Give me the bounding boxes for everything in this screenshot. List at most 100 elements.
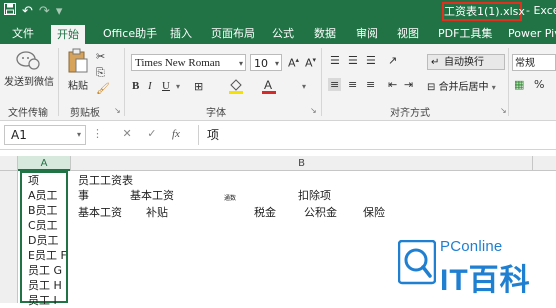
group-label-clipboard: 剪贴板 xyxy=(70,108,100,119)
cell-b3-tax[interactable]: 税金 xyxy=(254,204,276,220)
merge-icon: ⊟ xyxy=(427,82,439,93)
align-right-icon[interactable]: ≡ xyxy=(366,78,375,91)
paste-button[interactable]: 粘贴 xyxy=(64,48,92,92)
bold-icon[interactable]: B xyxy=(132,80,139,92)
clipboard-launcher-icon[interactable]: ↘ xyxy=(114,106,121,115)
group-separator xyxy=(124,48,125,116)
send-to-wechat-button[interactable]: 发送到微信 xyxy=(4,50,54,88)
paste-label: 粘贴 xyxy=(68,81,88,92)
border-icon[interactable]: ⊞ xyxy=(194,80,203,93)
cell-a9[interactable]: 员工 I xyxy=(28,292,57,308)
ribbon-tabs: 文件 开始 Office助手 插入 页面布局 公式 数据 审阅 视图 PDF工具… xyxy=(0,24,556,44)
decrease-font-icon[interactable]: A▾ xyxy=(305,56,316,70)
font-size-select[interactable]: 10 ▾ xyxy=(250,54,282,71)
column-header-c[interactable] xyxy=(532,156,556,171)
number-format-select[interactable]: 常规 xyxy=(512,54,556,71)
italic-icon[interactable]: I xyxy=(148,80,152,92)
chevron-down-icon: ▾ xyxy=(76,130,81,139)
chevron-down-icon[interactable]: ▾ xyxy=(176,82,180,91)
undo-icon[interactable]: ↶ xyxy=(22,4,33,20)
save-icon[interactable] xyxy=(4,3,16,20)
align-middle-icon[interactable]: ☰ xyxy=(348,54,358,67)
cell-a4[interactable]: C员工 xyxy=(28,217,58,233)
tab-data[interactable]: 数据 xyxy=(314,24,336,44)
watermark-site: IT百科 xyxy=(440,264,531,297)
cell-b2-deductions[interactable]: 扣除项 xyxy=(298,187,331,203)
group-label-alignment: 对齐方式 xyxy=(390,108,430,119)
ribbon: 发送到微信 文件传输 粘贴 ✂ ⎘ 🖌 剪贴板 ↘ Times New Roma… xyxy=(0,44,556,121)
select-all-corner[interactable] xyxy=(0,156,18,171)
tab-home[interactable]: 开始 xyxy=(51,25,85,44)
fill-color-icon[interactable] xyxy=(228,78,244,97)
font-color-icon[interactable]: A xyxy=(262,78,276,97)
tab-power-pivot[interactable]: Power Piv xyxy=(508,24,556,44)
cell-a7[interactable]: 员工 G xyxy=(28,262,62,278)
cell-b2-basic-salary[interactable]: 基本工资 xyxy=(130,187,174,203)
chevron-down-icon: ▾ xyxy=(238,59,243,68)
column-header-b[interactable]: B xyxy=(70,156,532,171)
svg-text:A: A xyxy=(264,78,272,92)
pconline-logo-icon xyxy=(397,239,437,289)
merge-center-button[interactable]: ⊟ 合并后居中 ▾ xyxy=(427,78,496,93)
underline-icon[interactable]: U xyxy=(162,80,170,92)
cell-b1[interactable]: 员工工资表 xyxy=(78,172,133,188)
cell-b3-allowance[interactable]: 补贴 xyxy=(146,204,168,220)
tab-review[interactable]: 审阅 xyxy=(356,24,378,44)
group-label-file-transfer: 文件传输 xyxy=(8,108,48,119)
cell-b3-basic-salary[interactable]: 基本工资 xyxy=(78,204,122,220)
group-label-font: 字体 xyxy=(206,108,226,119)
wrap-text-button[interactable]: ↵ 自动换行 xyxy=(427,54,505,70)
tab-file[interactable]: 文件 xyxy=(12,24,34,44)
align-center-icon[interactable]: ≡ xyxy=(348,78,357,91)
tab-pdf-tools[interactable]: PDF工具集 xyxy=(438,24,492,44)
more-icon: ⋮ xyxy=(92,127,103,140)
font-color-dropdown-icon[interactable]: ▾ xyxy=(302,82,306,91)
cell-a1[interactable]: 项 xyxy=(28,172,39,188)
align-top-icon[interactable]: ☰ xyxy=(330,54,340,67)
cell-a5[interactable]: D员工 xyxy=(28,232,58,248)
font-launcher-icon[interactable]: ↘ xyxy=(310,106,317,115)
group-separator xyxy=(508,48,509,116)
align-left-icon[interactable]: ≡ xyxy=(328,78,342,91)
tab-page-layout[interactable]: 页面布局 xyxy=(211,24,255,44)
cell-b3-housing-fund[interactable]: 公积金 xyxy=(304,204,337,220)
tab-insert[interactable]: 插入 xyxy=(170,24,192,44)
quick-access-toolbar: ↶ ↷ ▾ xyxy=(4,3,62,20)
increase-font-icon[interactable]: A▴ xyxy=(288,56,299,70)
qat-dropdown-icon[interactable]: ▾ xyxy=(56,4,63,20)
tab-office-assistant[interactable]: Office助手 xyxy=(103,24,157,44)
formula-bar-controls: ⋮ ✕ ✓ fx xyxy=(92,127,180,140)
wrap-text-icon: ↵ xyxy=(431,57,440,68)
orientation-icon[interactable]: ↗ xyxy=(388,54,397,67)
cell-a6[interactable]: E员工 F xyxy=(28,247,67,263)
format-painter-icon[interactable]: 🖌 xyxy=(96,82,110,95)
paste-icon xyxy=(67,48,89,77)
formula-input[interactable]: 项 xyxy=(198,125,556,145)
column-header-a[interactable]: A xyxy=(18,156,70,171)
cell-a3[interactable]: B员工 xyxy=(28,202,58,218)
cell-b2-item[interactable]: 事 xyxy=(78,187,89,203)
percent-icon[interactable]: % xyxy=(534,78,544,91)
cell-b2-small-label[interactable]: 通数 xyxy=(224,193,236,202)
alignment-launcher-icon[interactable]: ↘ xyxy=(500,106,507,115)
chevron-down-icon: ▾ xyxy=(274,59,279,68)
increase-indent-icon[interactable]: ⇥ xyxy=(404,78,413,91)
enter-icon[interactable]: ✓ xyxy=(147,127,156,140)
copy-icon[interactable]: ⎘ xyxy=(96,66,105,80)
align-bottom-icon[interactable]: ☰ xyxy=(366,54,376,67)
cell-b3-insurance[interactable]: 保险 xyxy=(363,204,385,220)
tab-formulas[interactable]: 公式 xyxy=(272,24,294,44)
cut-icon[interactable]: ✂ xyxy=(96,50,105,63)
cell-a8[interactable]: 员工 H xyxy=(28,277,62,293)
redo-icon[interactable]: ↷ xyxy=(39,4,50,20)
currency-icon[interactable]: ▦ xyxy=(514,78,524,91)
insert-function-icon[interactable]: fx xyxy=(172,128,180,140)
decrease-indent-icon[interactable]: ⇤ xyxy=(388,78,397,91)
cancel-icon[interactable]: ✕ xyxy=(123,127,132,140)
name-box[interactable]: A1 ▾ xyxy=(4,125,86,145)
send-to-wechat-label: 发送到微信 xyxy=(4,77,54,88)
cell-a2[interactable]: A员工 xyxy=(28,187,58,203)
tab-view[interactable]: 视图 xyxy=(397,24,419,44)
font-name-select[interactable]: Times New Roman ▾ xyxy=(131,54,246,71)
wechat-icon xyxy=(16,50,40,73)
